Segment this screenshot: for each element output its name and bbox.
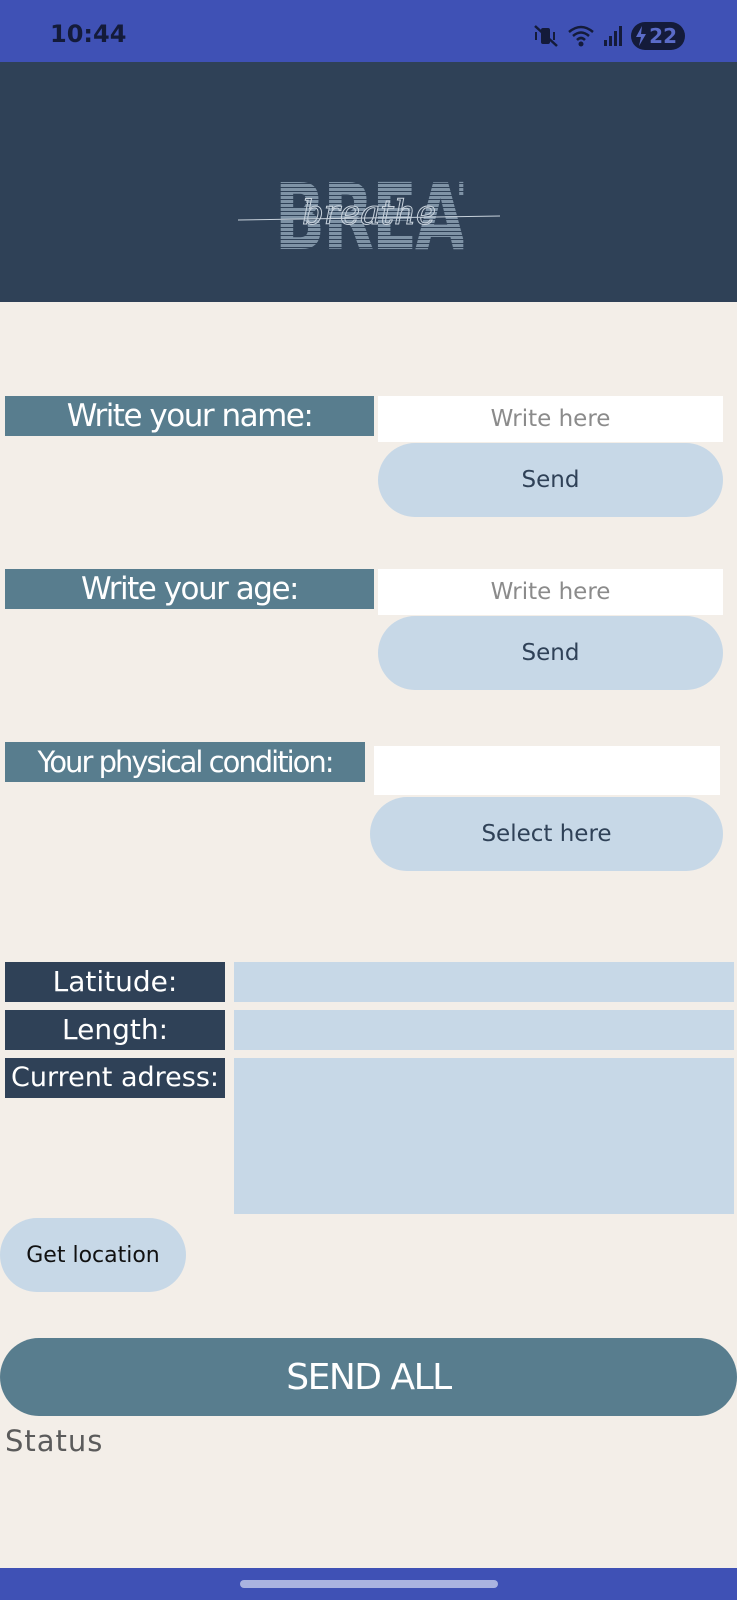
vibrate-mute-icon bbox=[533, 24, 559, 48]
condition-label: Your physical condition: bbox=[5, 742, 365, 782]
send-age-button[interactable]: Send bbox=[378, 616, 723, 690]
get-location-button[interactable]: Get location bbox=[0, 1218, 186, 1292]
age-label: Write your age: bbox=[5, 569, 374, 609]
age-input[interactable] bbox=[378, 569, 723, 615]
svg-text:breathe: breathe bbox=[302, 193, 436, 233]
battery-level: 22 bbox=[649, 24, 677, 48]
name-label: Write your name: bbox=[5, 396, 374, 436]
condition-field[interactable] bbox=[374, 746, 720, 795]
select-condition-button[interactable]: Select here bbox=[370, 797, 723, 871]
length-field bbox=[234, 1010, 734, 1050]
signal-icon bbox=[603, 25, 623, 47]
address-label: Current adress: bbox=[5, 1058, 225, 1098]
system-icons: 22 bbox=[533, 22, 685, 50]
status-clock: 10:44 bbox=[50, 20, 127, 48]
latitude-label: Latitude: bbox=[5, 962, 225, 1002]
logo-script: breathe bbox=[238, 193, 500, 234]
battery-charging-icon bbox=[635, 26, 647, 46]
status-text: Status bbox=[5, 1424, 104, 1458]
breathe-logo: BREATHE breathe bbox=[238, 172, 500, 264]
name-input[interactable] bbox=[378, 396, 723, 442]
send-name-button[interactable]: Send bbox=[378, 443, 723, 517]
send-all-button[interactable]: SEND ALL bbox=[0, 1338, 737, 1416]
home-handle[interactable] bbox=[240, 1580, 498, 1588]
wifi-icon bbox=[567, 24, 595, 48]
length-label: Length: bbox=[5, 1010, 225, 1050]
latitude-field bbox=[234, 962, 734, 1002]
battery-indicator: 22 bbox=[631, 22, 685, 50]
address-field bbox=[234, 1058, 734, 1214]
